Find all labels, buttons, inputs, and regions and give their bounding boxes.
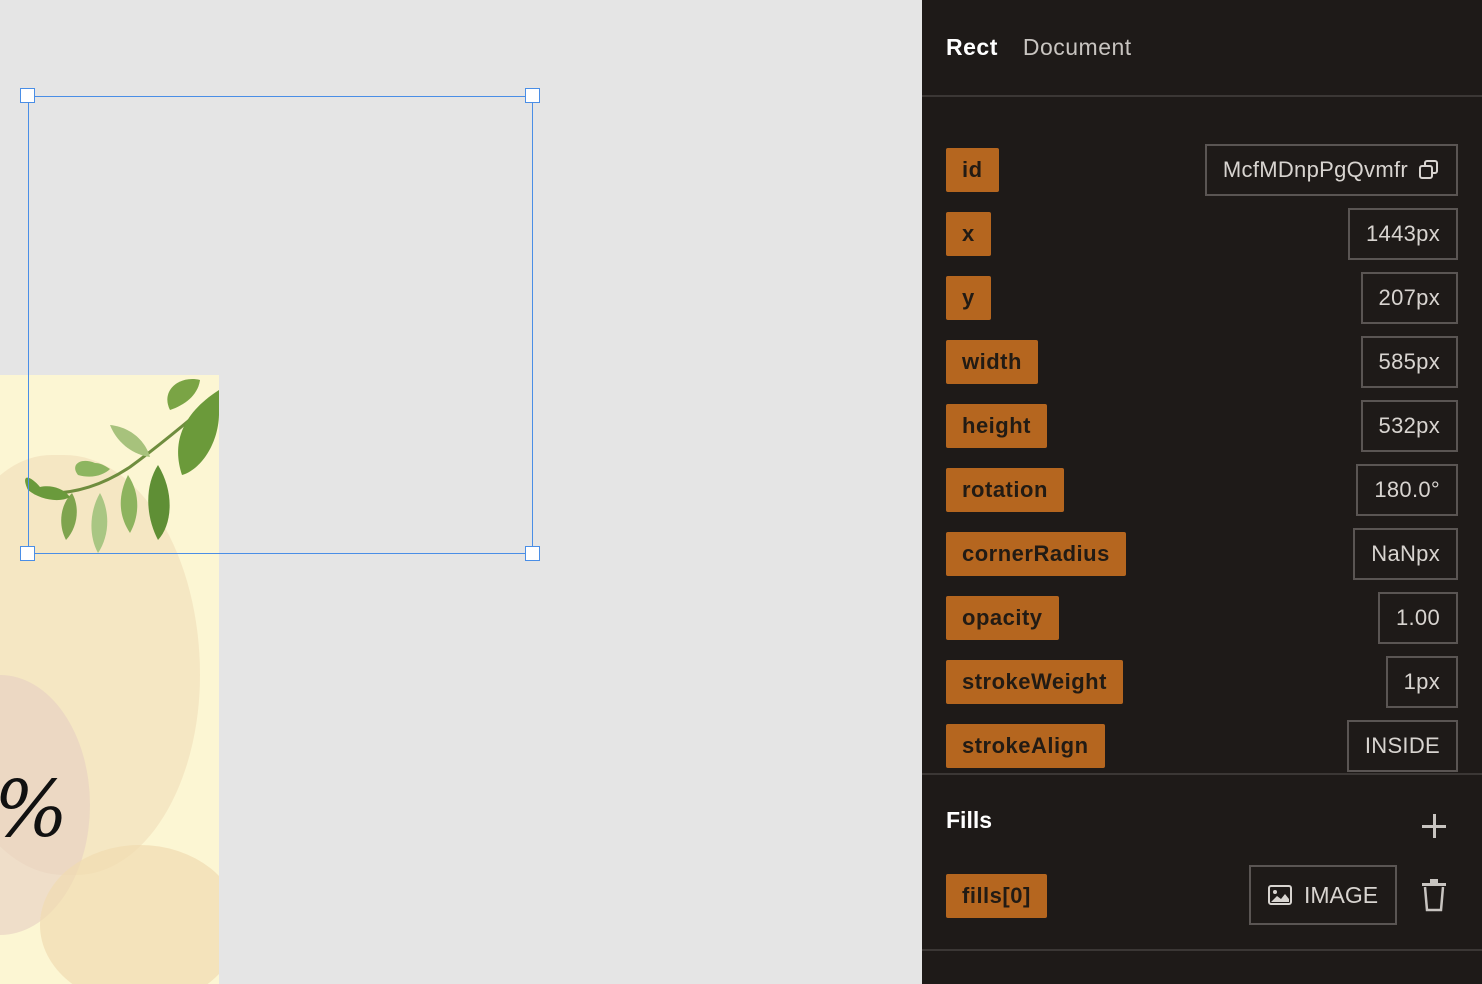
property-row-stroke-weight: strokeWeight 1px <box>946 656 1458 708</box>
property-row-opacity: opacity 1.00 <box>946 592 1458 644</box>
property-row-x: x 1443px <box>946 208 1458 260</box>
width-field[interactable]: 585px <box>1360 336 1458 388</box>
property-list: id McfMDnpPgQvmfr x 1443px y 207px width… <box>922 97 1482 775</box>
resize-handle-top-right[interactable] <box>525 88 540 103</box>
trash-icon[interactable] <box>1420 878 1448 912</box>
add-fill-button[interactable] <box>1419 811 1449 841</box>
property-row-stroke-align: strokeAlign INSIDE <box>946 720 1458 772</box>
property-row-corner-radius: cornerRadius NaNpx <box>946 528 1458 580</box>
property-row-rotation: rotation 180.0° <box>946 464 1458 516</box>
fill-label: fills[0] <box>946 874 1047 918</box>
tab-rect[interactable]: Rect <box>946 34 998 61</box>
property-label: cornerRadius <box>946 532 1126 576</box>
image-icon <box>1267 885 1292 905</box>
resize-handle-bottom-right[interactable] <box>525 546 540 561</box>
opacity-field[interactable]: 1.00 <box>1377 592 1458 644</box>
stroke-align-field[interactable]: INSIDE <box>1346 720 1458 772</box>
property-label: height <box>946 404 1047 448</box>
property-value: McfMDnpPgQvmfr <box>1222 157 1408 182</box>
copy-icon[interactable] <box>1418 159 1440 181</box>
fills-title: Fills <box>946 807 993 833</box>
design-canvas[interactable]: % <box>0 0 922 984</box>
resize-handle-top-left[interactable] <box>20 88 35 103</box>
y-field[interactable]: 207px <box>1360 272 1458 324</box>
id-field[interactable]: McfMDnpPgQvmfr <box>1204 144 1458 196</box>
image-fill-button[interactable]: IMAGE <box>1249 865 1397 925</box>
property-label: rotation <box>946 468 1064 512</box>
tab-document[interactable]: Document <box>1023 34 1132 61</box>
property-label: strokeWeight <box>946 660 1123 704</box>
selection-box[interactable] <box>28 96 533 554</box>
stroke-weight-field[interactable]: 1px <box>1385 656 1458 708</box>
height-field[interactable]: 532px <box>1360 400 1458 452</box>
property-row-y: y 207px <box>946 272 1458 324</box>
property-row-height: height 532px <box>946 400 1458 452</box>
fills-section: Fills fills[0] IMAGE <box>922 775 1482 951</box>
property-label: strokeAlign <box>946 724 1105 768</box>
resize-handle-bottom-left[interactable] <box>20 546 35 561</box>
property-label: x <box>946 212 991 256</box>
property-row-id: id McfMDnpPgQvmfr <box>946 144 1458 196</box>
property-label: opacity <box>946 596 1059 640</box>
property-label: y <box>946 276 991 320</box>
x-field[interactable]: 1443px <box>1348 208 1458 260</box>
fill-type-label: IMAGE <box>1303 881 1379 908</box>
partial-text-glyph: % <box>0 765 69 855</box>
property-row-width: width 585px <box>946 336 1458 388</box>
properties-panel: Rect Document id McfMDnpPgQvmfr x 1443px… <box>922 0 1482 984</box>
rotation-field[interactable]: 180.0° <box>1356 464 1458 516</box>
property-label: width <box>946 340 1038 384</box>
property-label: id <box>946 148 999 192</box>
fill-row: fills[0] IMAGE <box>946 865 1458 925</box>
corner-radius-field[interactable]: NaNpx <box>1353 528 1458 580</box>
panel-tabs: Rect Document <box>922 0 1482 97</box>
